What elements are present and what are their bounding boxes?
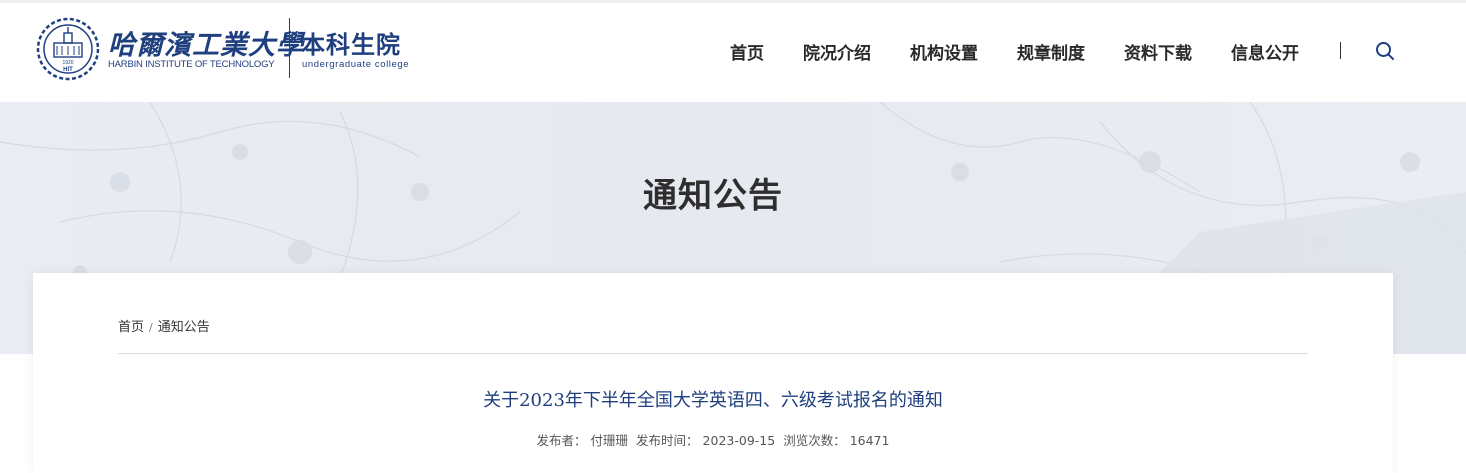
publisher-name: 付珊珊	[590, 433, 629, 448]
emblem-letters: HIT	[63, 67, 73, 73]
content-divider	[118, 353, 1308, 354]
view-count-label: 浏览次数：	[783, 433, 846, 448]
breadcrumb-separator: /	[149, 321, 153, 334]
search-icon[interactable]	[1375, 41, 1395, 61]
college-name-cn[interactable]: 本科生院	[301, 25, 401, 60]
content-card: 首页 / 通知公告 关于2023年下半年全国大学英语四、六级考试报名的通知 发布者：…	[33, 273, 1393, 473]
nav-item-downloads[interactable]: 资料下载	[1124, 39, 1192, 64]
article-meta: 发布者： 付珊珊 发布时间： 2023-09-15 浏览次数： 16471	[33, 430, 1393, 449]
university-name-en: HARBIN INSTITUTE OF TECHNOLOGY	[108, 59, 275, 70]
breadcrumb-home[interactable]: 首页	[118, 320, 144, 335]
nav-item-about[interactable]: 院况介绍	[803, 39, 871, 64]
breadcrumb-notices[interactable]: 通知公告	[158, 320, 210, 335]
nav-item-organization[interactable]: 机构设置	[910, 39, 978, 64]
publish-time-label: 发布时间：	[636, 433, 699, 448]
university-emblem-icon[interactable]: 1920 HIT	[34, 17, 102, 81]
publish-time: 2023-09-15	[702, 433, 776, 448]
article-title: 关于2023年下半年全国大学英语四、六级考试报名的通知	[483, 390, 943, 411]
logo-divider	[289, 18, 290, 78]
nav-item-regulations[interactable]: 规章制度	[1017, 39, 1085, 64]
nav-item-disclosure[interactable]: 信息公开	[1231, 39, 1299, 64]
nav-separator	[1340, 42, 1341, 59]
nav-item-home[interactable]: 首页	[730, 39, 764, 64]
banner-title: 通知公告	[643, 176, 783, 216]
breadcrumb: 首页 / 通知公告	[118, 316, 210, 335]
publisher-label: 发布者：	[536, 433, 587, 448]
view-count: 16471	[849, 433, 890, 448]
college-name-en: undergraduate college	[302, 59, 410, 70]
emblem-year: 1920	[62, 60, 73, 66]
site-header: 1920 HIT 哈爾濱工業大學 HARBIN INSTITUTE OF TEC…	[0, 3, 1466, 102]
university-name-cn[interactable]: 哈爾濱工業大學	[108, 23, 304, 62]
